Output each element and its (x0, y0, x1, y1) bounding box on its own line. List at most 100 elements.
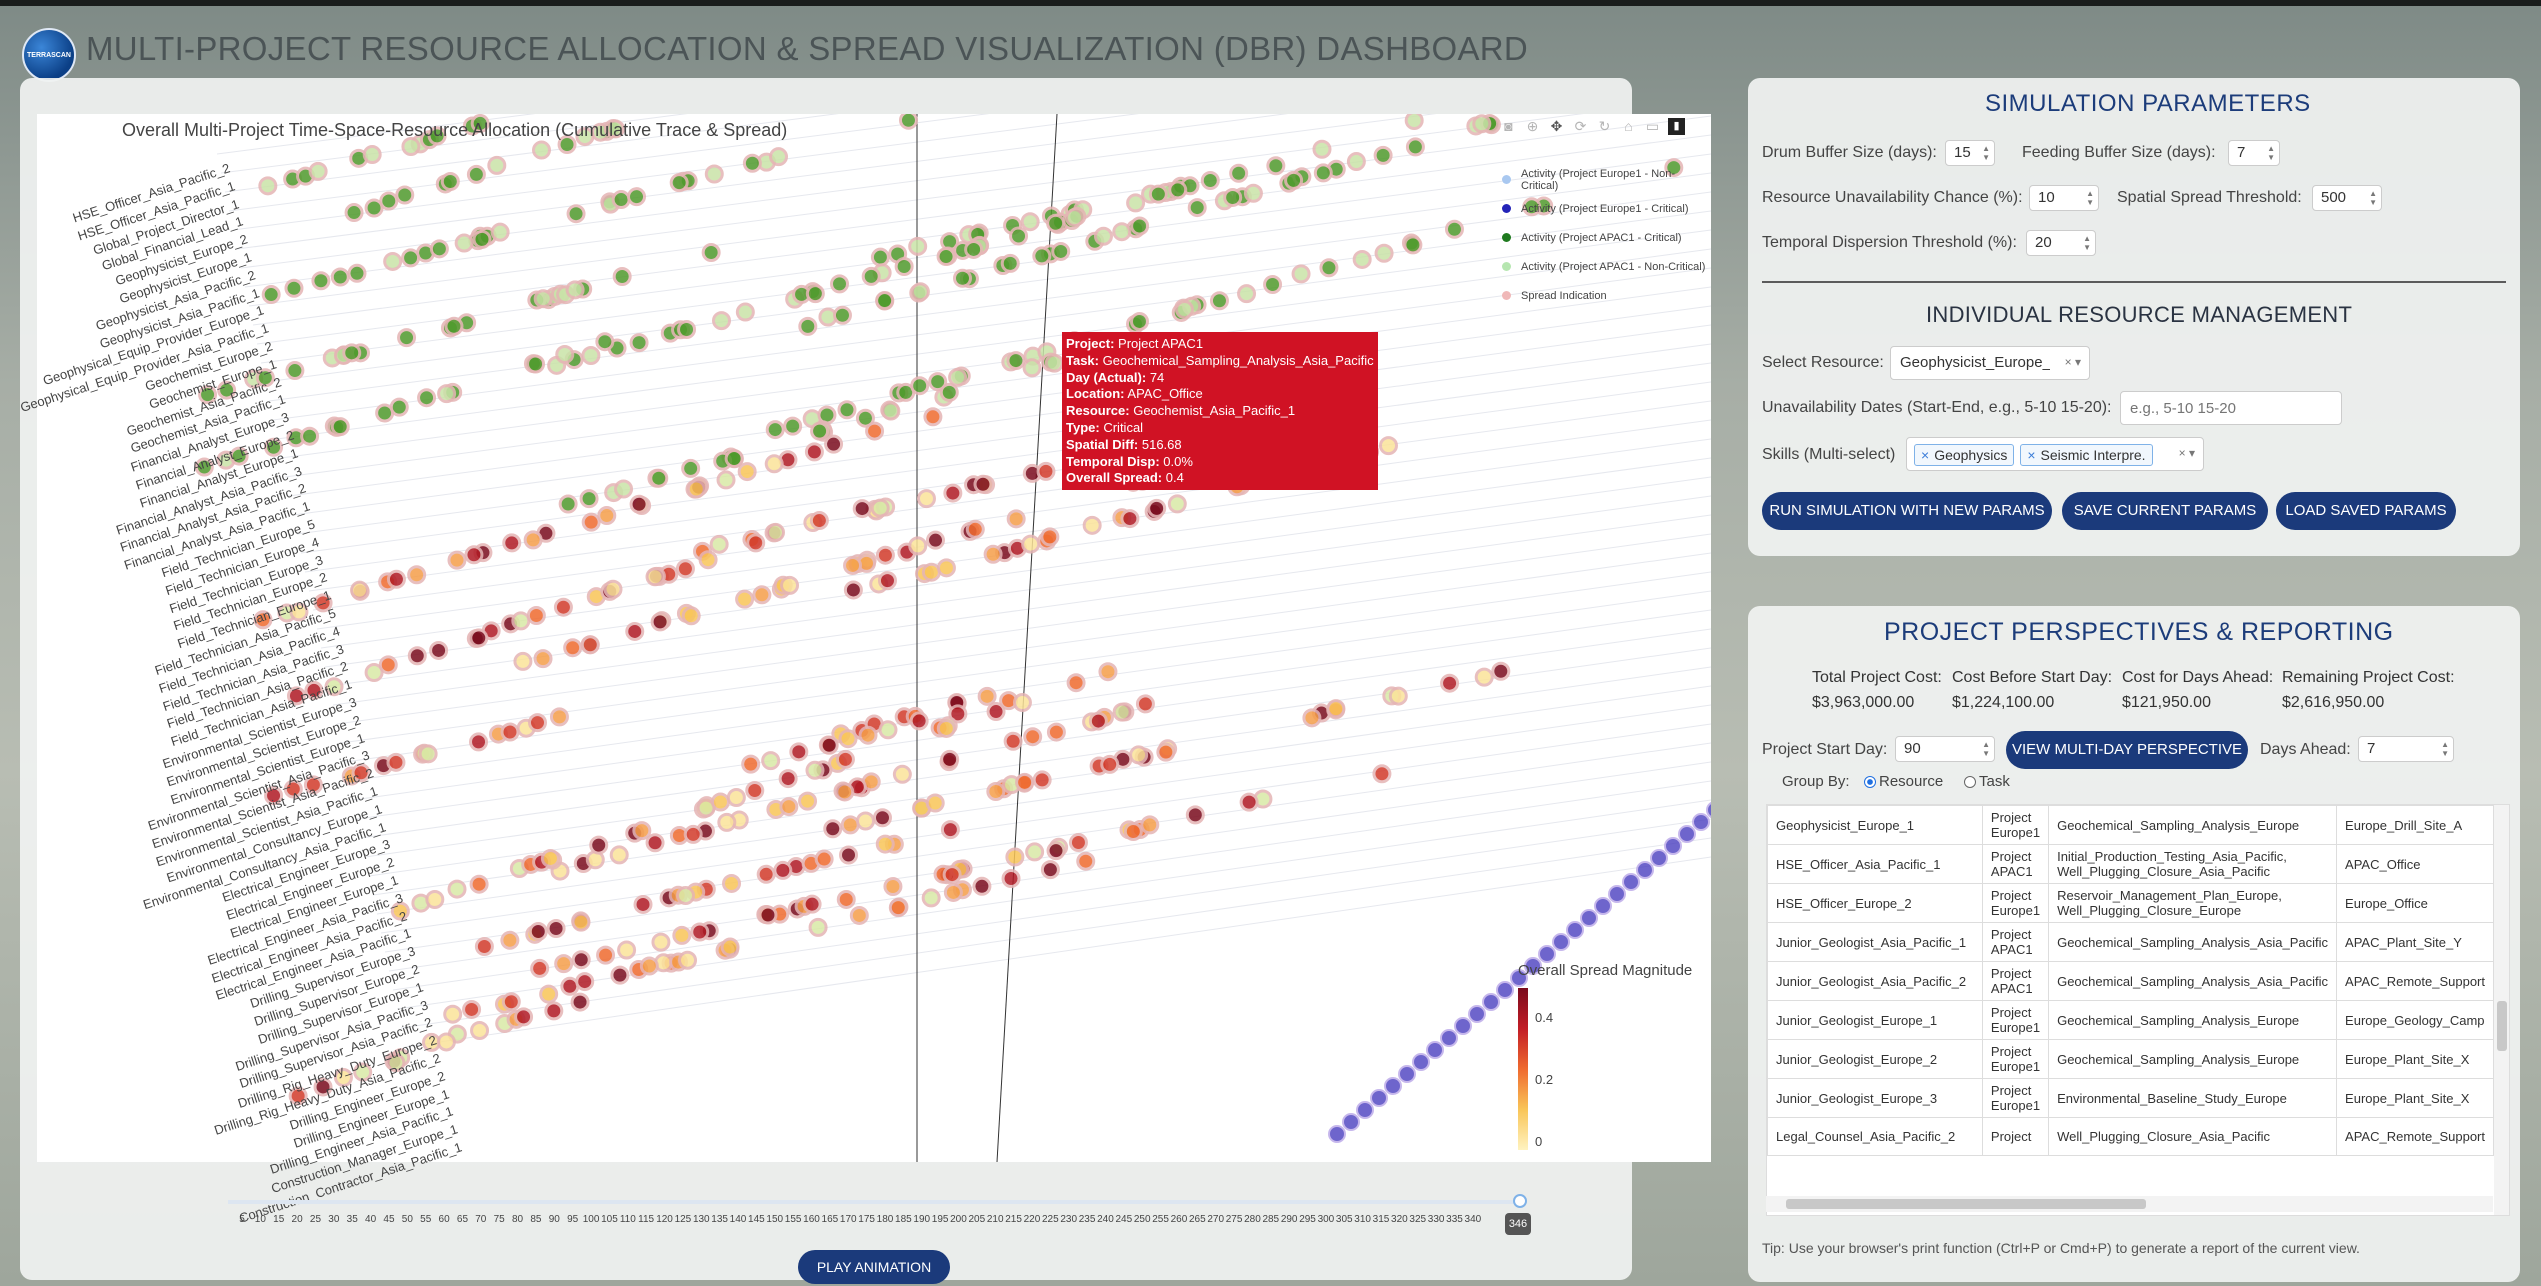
data-marker (1440, 1029, 1458, 1047)
data-marker (1023, 727, 1043, 747)
data-marker (936, 718, 956, 738)
spatial-threshold-input[interactable]: 500 ▲ ▼ (2312, 185, 2382, 211)
table-vertical-scrollbar[interactable] (2494, 805, 2509, 1215)
spinner-icon[interactable]: ▲ ▼ (2267, 144, 2275, 162)
spinner-icon[interactable]: ▲ ▼ (2086, 189, 2094, 207)
slider-tick-label: 90 (548, 1214, 560, 1225)
skill-tag[interactable]: × Seismic Interpre. (2020, 444, 2153, 466)
table-row[interactable]: HSE_Officer_Asia_Pacific_1 Project APAC1 I… (1767, 844, 2494, 884)
unavailability-chance-input[interactable]: 10 ▲ ▼ (2029, 185, 2099, 211)
day-slider-handle[interactable] (1513, 1194, 1527, 1208)
table-row[interactable]: Junior_Geologist_Europe_1 Project Europe1… (1767, 1000, 2494, 1040)
legend-item[interactable]: Activity (Project APAC1 - Critical) (1484, 223, 1712, 252)
data-marker (840, 815, 860, 835)
data-marker (756, 864, 776, 884)
scroll-thumb[interactable] (2497, 1001, 2507, 1051)
data-marker (894, 256, 914, 276)
data-marker (469, 628, 489, 648)
scroll-thumb[interactable] (1786, 1199, 2146, 1209)
spinner-icon[interactable]: ▲ ▼ (1982, 144, 1990, 162)
pan-icon[interactable]: ✥ (1548, 118, 1565, 135)
chevron-down-icon[interactable]: × ▾ (2179, 446, 2195, 460)
feeding-buffer-input[interactable]: 7 ▲ ▼ (2228, 140, 2280, 166)
unavailability-dates-input[interactable] (2120, 391, 2342, 425)
legend-item[interactable]: Spread Indication (1484, 281, 1712, 310)
table-row[interactable]: HSE_Officer_Europe_2 Project Europe1 Reser… (1767, 883, 2494, 923)
spinner-icon[interactable]: ▲ ▼ (2441, 740, 2449, 758)
view-multi-day-button[interactable]: VIEW MULTI-DAY PERSPECTIVE (2006, 731, 2248, 769)
legend-marker-icon (1502, 204, 1511, 213)
data-marker (943, 882, 963, 902)
temporal-threshold-input[interactable]: 20 ▲ ▼ (2026, 230, 2096, 256)
data-marker (1356, 1101, 1374, 1119)
data-marker (686, 479, 706, 499)
run-simulation-button[interactable]: RUN SIMULATION WITH NEW PARAMS (1762, 492, 2052, 530)
data-marker (1472, 114, 1492, 134)
legend-item[interactable]: Activity (Project Europe1 - Critical) (1484, 194, 1712, 223)
data-marker (1185, 805, 1205, 825)
start-day-input[interactable]: 90 ▲ ▼ (1895, 736, 1995, 762)
spinner-icon[interactable]: ▲ ▼ (1982, 740, 1990, 758)
radio-icon[interactable] (1964, 776, 1976, 788)
save-params-button[interactable]: SAVE CURRENT PARAMS (2062, 492, 2268, 530)
remove-icon[interactable]: × (1921, 447, 1929, 463)
table-cell-location: Europe_Plant_Site_X (2336, 1039, 2494, 1079)
chevron-down-icon[interactable]: × ▾ (2065, 355, 2081, 369)
load-params-button[interactable]: LOAD SAVED PARAMS (2276, 492, 2456, 530)
group-by-task-radio[interactable]: Task (1964, 773, 2010, 790)
data-marker (1328, 1125, 1346, 1143)
slider-tick-label: 75 (493, 1214, 505, 1225)
plotly-logo-icon[interactable]: ▮ (1668, 118, 1685, 135)
days-ahead-input[interactable]: 7 ▲ ▼ (2358, 736, 2454, 762)
select-resource-dropdown[interactable]: Geophysicist_Europe_1 × ▾ (1890, 346, 2090, 380)
skill-tag[interactable]: × Geophysics (1914, 444, 2015, 466)
slider-tick-label: 30 (328, 1214, 340, 1225)
skills-multiselect[interactable]: × Geophysics × Seismic Interpre. × ▾ (1906, 437, 2204, 471)
data-marker (513, 651, 533, 671)
slider-tick-label: 235 (1078, 1214, 1096, 1225)
slider-tick-label: 215 (1005, 1214, 1022, 1225)
camera-icon[interactable]: ◙ (1500, 118, 1517, 135)
data-marker (544, 1001, 564, 1021)
data-marker (908, 236, 928, 256)
table-row[interactable]: Junior_Geologist_Europe_3 Project Europe1… (1767, 1078, 2494, 1118)
table-row[interactable]: Legal_Counsel_Asia_Pacific_2 Project Well_… (1767, 1117, 2494, 1156)
table-cell-location: APAC_Office (2336, 844, 2494, 884)
zoom-icon[interactable]: ⊕ (1524, 118, 1541, 135)
data-marker (1126, 193, 1146, 213)
table-cell-project: Project Europe1 (1981, 1039, 2050, 1079)
day-slider-track[interactable] (228, 1200, 1518, 1204)
table-cell-tasks: Initial_Production_Testing_Asia_Pacific,… (2048, 844, 2338, 884)
slider-tick-label: 325 (1409, 1214, 1427, 1225)
spinner-icon[interactable]: ▲ ▼ (2083, 234, 2091, 252)
legend-item[interactable]: Activity (Project Europe1 - Non-Critical… (1484, 165, 1712, 194)
table-row[interactable]: Junior_Geologist_Asia_Pacific_2 Project A… (1767, 961, 2494, 1001)
table-row[interactable]: Junior_Geologist_Asia_Pacific_1 Project A… (1767, 922, 2494, 962)
data-marker (462, 999, 482, 1019)
slider-tick-label: 125 (674, 1214, 692, 1225)
report-table[interactable]: Geophysicist_Europe_1 Project Europe1 Geoc… (1766, 804, 2510, 1216)
orbit-icon[interactable]: ⟳ (1572, 118, 1589, 135)
group-by-resource-radio[interactable]: Resource (1864, 773, 1943, 790)
play-animation-button[interactable]: PLAY ANIMATION (798, 1250, 950, 1284)
data-marker (1129, 311, 1149, 331)
drum-buffer-input[interactable]: 15 ▲ ▼ (1945, 140, 1995, 166)
data-marker (823, 819, 843, 839)
legend-item[interactable]: Activity (Project APAC1 - Non-Critical) (1484, 252, 1712, 281)
remove-icon[interactable]: × (2027, 447, 2035, 463)
data-marker (805, 284, 825, 304)
hover-icon[interactable]: ▭ (1644, 118, 1661, 135)
table-row[interactable]: Geophysicist_Europe_1 Project Europe1 Geoc… (1767, 805, 2494, 845)
data-marker (386, 752, 406, 772)
slider-tick-label: 205 (968, 1214, 986, 1225)
data-marker (558, 494, 578, 514)
table-row[interactable]: Junior_Geologist_Europe_2 Project Europe1… (1767, 1039, 2494, 1079)
turntable-icon[interactable]: ↻ (1596, 118, 1613, 135)
slider-tick-label: 160 (803, 1214, 820, 1225)
home-icon[interactable]: ⌂ (1620, 118, 1637, 135)
data-marker (1319, 258, 1339, 278)
data-marker (677, 320, 697, 340)
spinner-icon[interactable]: ▲ ▼ (2369, 189, 2377, 207)
data-marker (809, 511, 829, 531)
radio-selected-icon[interactable] (1864, 776, 1876, 788)
